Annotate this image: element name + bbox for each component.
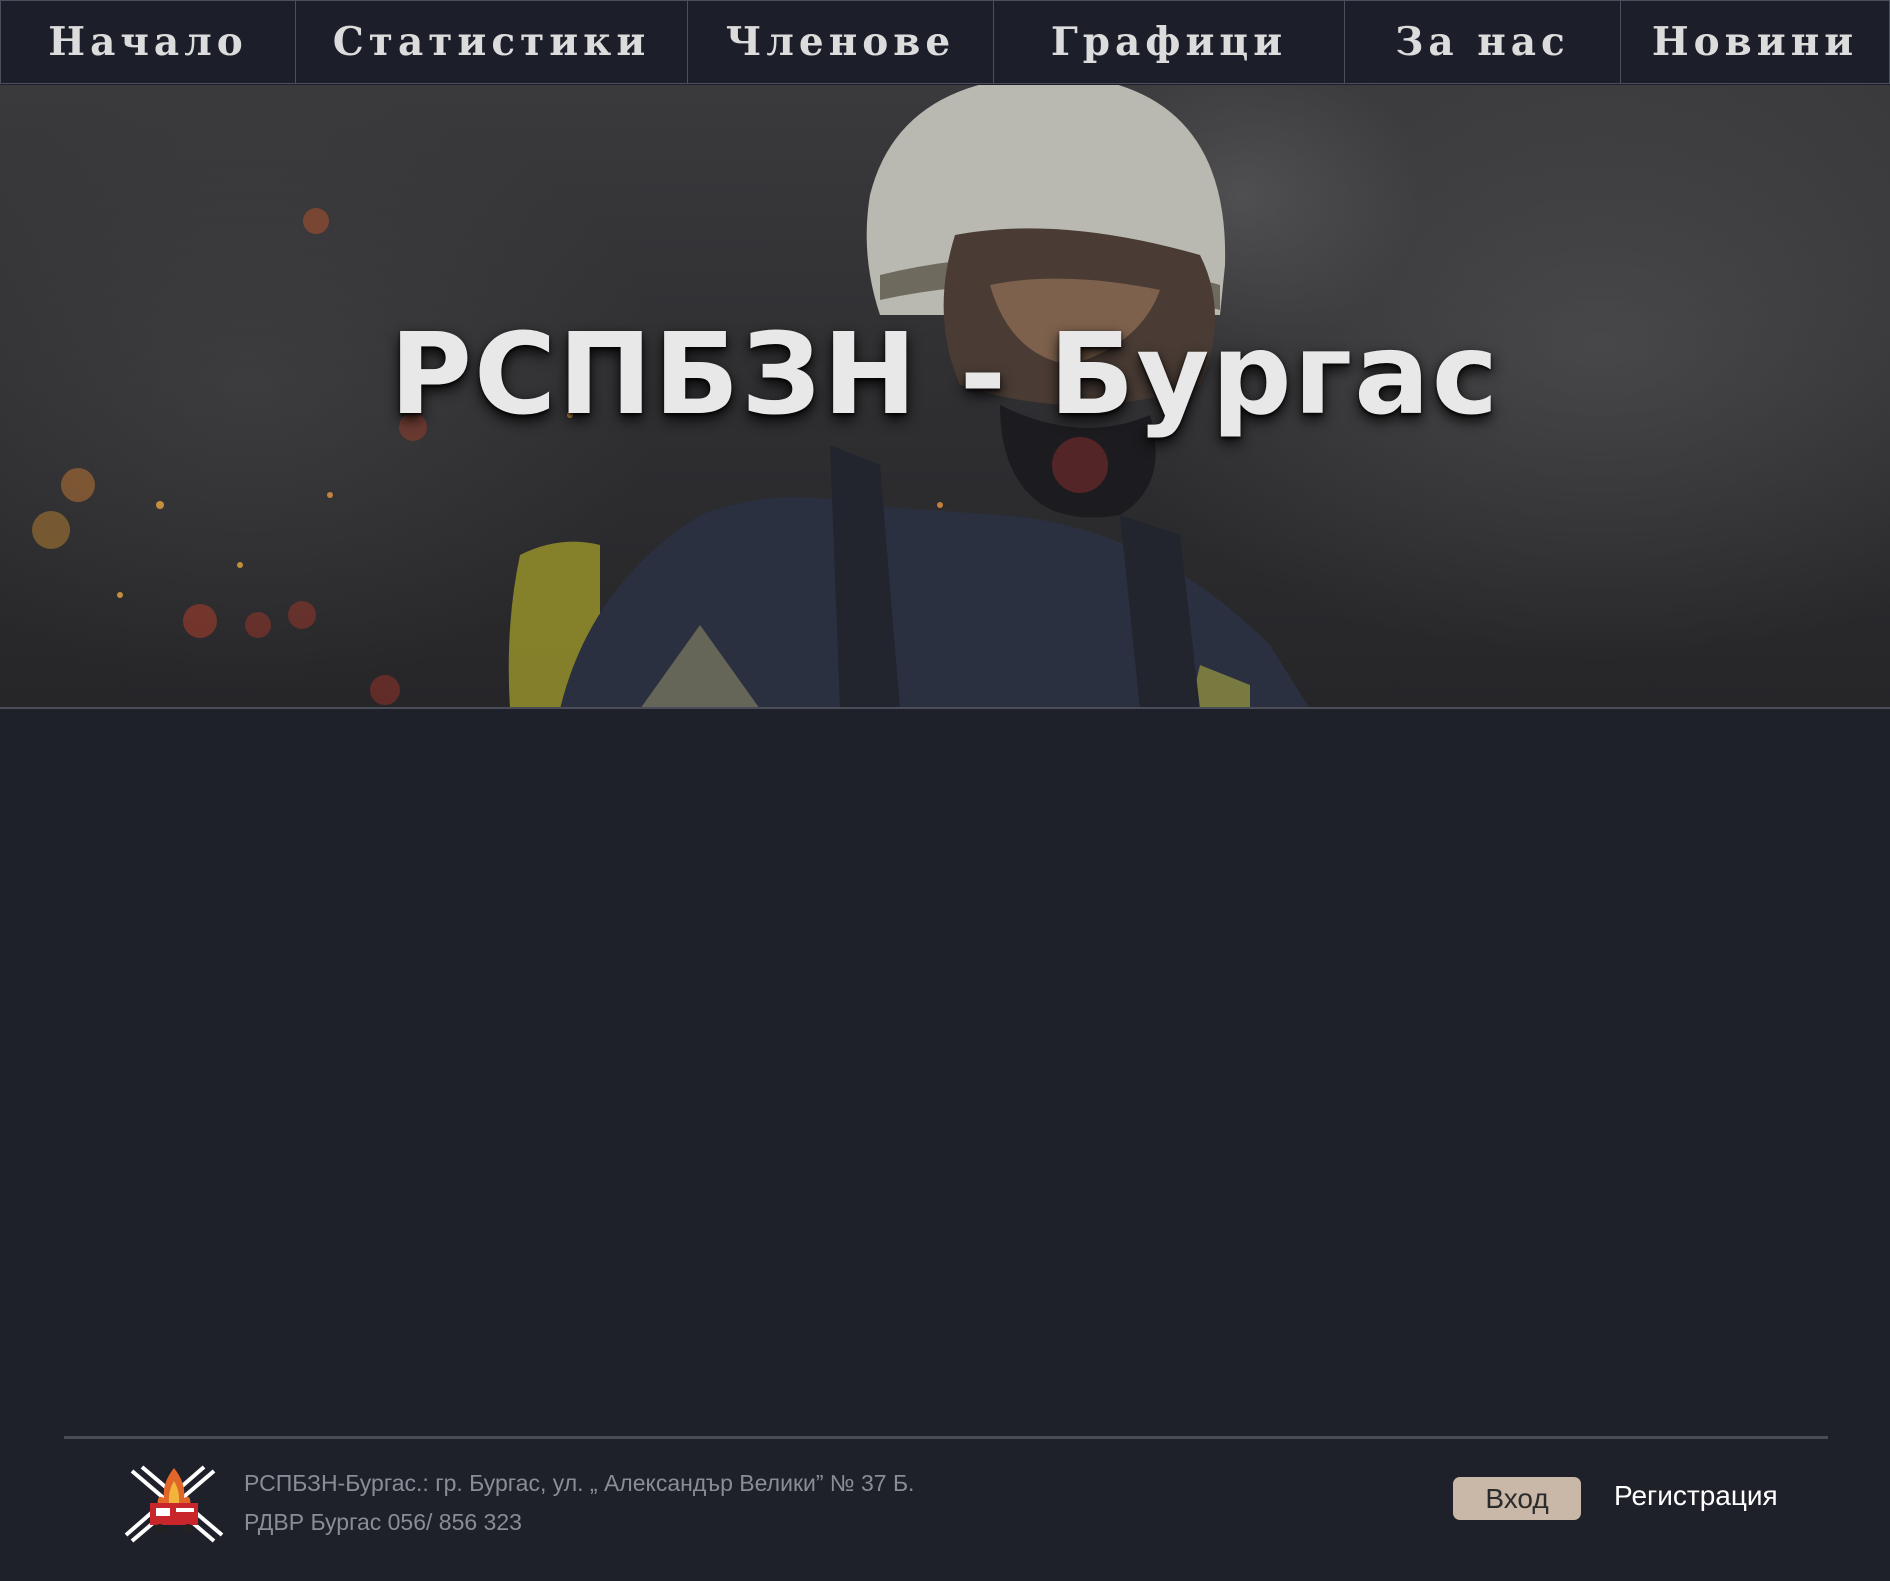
footer-phone: РДВР Бургас 056/ 856 323: [244, 1509, 522, 1535]
nav-item-home[interactable]: Начало: [0, 0, 296, 84]
login-button[interactable]: Вход: [1453, 1477, 1581, 1520]
nav-item-news[interactable]: Новини: [1621, 0, 1890, 84]
hero-banner: РСПБЗН - Бургас: [0, 85, 1890, 709]
register-link[interactable]: Регистрация: [1614, 1480, 1778, 1512]
nav-item-schedules[interactable]: Графици: [994, 0, 1345, 84]
fire-department-logo: [124, 1463, 224, 1548]
footer-divider: [64, 1436, 1828, 1439]
nav-item-statistics[interactable]: Статистики: [296, 0, 688, 84]
nav-item-about[interactable]: За нас: [1345, 0, 1621, 84]
main-nav: Начало Статистики Членове Графици За нас…: [0, 0, 1890, 85]
footer-address: РСПБЗН-Бургас.: гр. Бургас, ул. „ Алекса…: [244, 1470, 915, 1496]
hero-title: РСПБЗН - Бургас: [389, 310, 1501, 440]
nav-item-members[interactable]: Членове: [688, 0, 994, 84]
